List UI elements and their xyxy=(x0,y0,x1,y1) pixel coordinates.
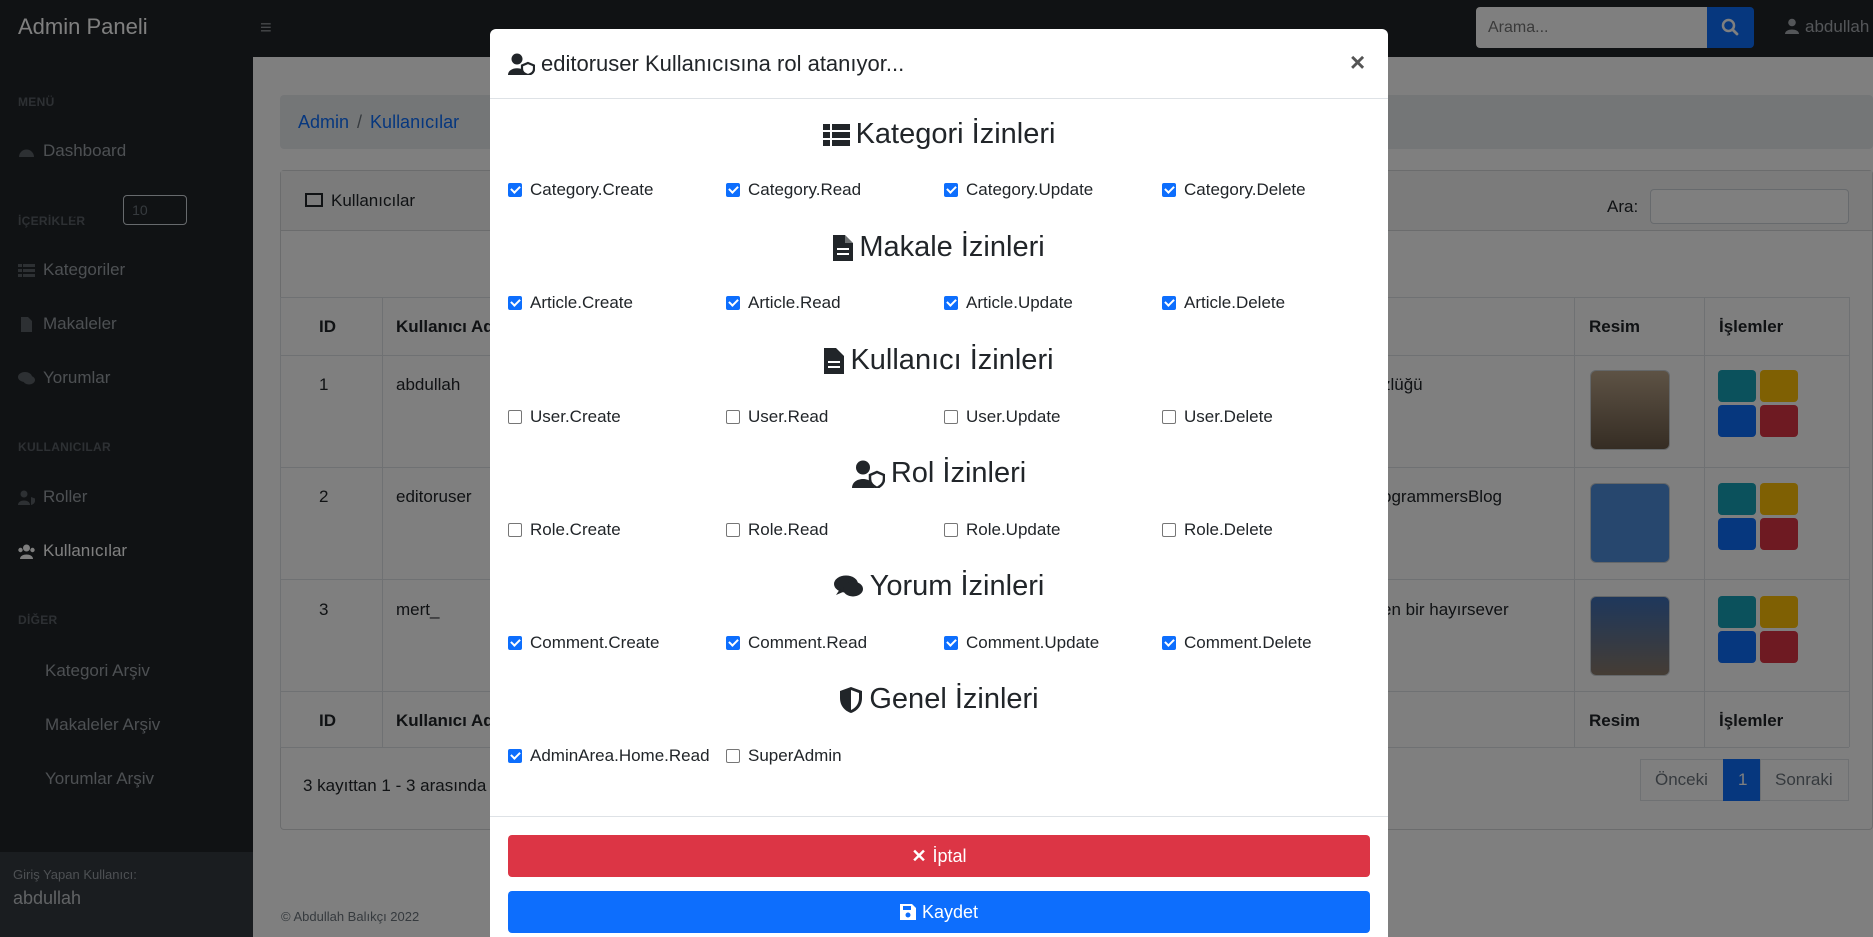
file-icon xyxy=(833,234,854,261)
checkbox[interactable] xyxy=(1162,410,1176,424)
perm-comment-delete[interactable]: Comment.Delete xyxy=(1162,633,1312,653)
checkbox[interactable] xyxy=(1162,296,1176,310)
comments-icon xyxy=(833,575,863,596)
checkbox[interactable] xyxy=(1162,183,1176,197)
checkbox[interactable] xyxy=(944,296,958,310)
close-icon[interactable]: × xyxy=(1350,49,1365,75)
perm-label: Comment.Delete xyxy=(1184,633,1312,652)
perm-role-delete[interactable]: Role.Delete xyxy=(1162,520,1273,540)
perm-label: Article.Delete xyxy=(1184,293,1286,312)
save-label: Kaydet xyxy=(921,901,979,922)
checkbox[interactable] xyxy=(726,749,740,763)
perm-role-read[interactable]: Role.Read xyxy=(726,520,828,540)
section-title-article: Makale İzinleri xyxy=(490,231,1388,264)
checkbox[interactable] xyxy=(944,636,958,650)
perm-label: Article.Read xyxy=(748,293,841,312)
perm-label: Article.Update xyxy=(966,293,1073,312)
section-title-text: Makale İzinleri xyxy=(859,231,1045,263)
perm-article-delete[interactable]: Article.Delete xyxy=(1162,293,1285,313)
perm-label: User.Update xyxy=(966,407,1061,426)
section-title-text: Rol İzinleri xyxy=(890,457,1027,489)
perm-user-delete[interactable]: User.Delete xyxy=(1162,407,1273,427)
perm-label: User.Read xyxy=(748,407,829,426)
checkbox[interactable] xyxy=(944,523,958,537)
user-shield-icon xyxy=(851,460,885,488)
assign-role-modal: editoruser Kullanıcısına rol atanıyor...… xyxy=(490,29,1388,937)
perm-user-read[interactable]: User.Read xyxy=(726,407,828,427)
perm-category-create[interactable]: Category.Create xyxy=(508,180,653,200)
cancel-button[interactable]: ✕ İptal xyxy=(508,835,1370,877)
perm-label: AdminArea.Home.Read xyxy=(530,746,710,765)
checkbox[interactable] xyxy=(508,523,522,537)
section-title-category: Kategori İzinleri xyxy=(490,118,1388,151)
perm-category-update[interactable]: Category.Update xyxy=(944,180,1093,200)
section-title-general: Genel İzinleri xyxy=(490,683,1388,716)
perm-superadmin[interactable]: SuperAdmin xyxy=(726,746,842,766)
checkbox[interactable] xyxy=(726,296,740,310)
checkbox[interactable] xyxy=(726,410,740,424)
checkbox[interactable] xyxy=(726,183,740,197)
perm-article-update[interactable]: Article.Update xyxy=(944,293,1073,313)
checkbox[interactable] xyxy=(944,183,958,197)
perm-adminarea-home-read[interactable]: AdminArea.Home.Read xyxy=(508,746,710,766)
section-title-text: Kullanıcı İzinleri xyxy=(850,344,1054,376)
modal-title: editoruser Kullanıcısına rol atanıyor... xyxy=(508,51,904,77)
modal-title-text: editoruser Kullanıcısına rol atanıyor... xyxy=(541,51,905,76)
perm-comment-update[interactable]: Comment.Update xyxy=(944,633,1099,653)
perm-comment-create[interactable]: Comment.Create xyxy=(508,633,659,653)
modal-footer-divider xyxy=(490,816,1388,817)
checkbox[interactable] xyxy=(508,749,522,763)
perm-label: Category.Read xyxy=(748,180,862,199)
save-icon xyxy=(899,904,916,920)
perm-role-update[interactable]: Role.Update xyxy=(944,520,1061,540)
perm-label: Category.Update xyxy=(966,180,1094,199)
checkbox[interactable] xyxy=(508,636,522,650)
perm-role-create[interactable]: Role.Create xyxy=(508,520,621,540)
perm-category-delete[interactable]: Category.Delete xyxy=(1162,180,1306,200)
section-title-text: Yorum İzinleri xyxy=(869,570,1045,602)
perm-label: Role.Delete xyxy=(1184,520,1273,539)
checkbox[interactable] xyxy=(508,183,522,197)
perm-label: Role.Read xyxy=(748,520,829,539)
perm-label: SuperAdmin xyxy=(748,746,842,765)
perm-user-create[interactable]: User.Create xyxy=(508,407,621,427)
checkbox[interactable] xyxy=(726,523,740,537)
checkbox[interactable] xyxy=(1162,636,1176,650)
user-shield-icon xyxy=(508,53,535,75)
modal-header: editoruser Kullanıcısına rol atanıyor...… xyxy=(490,29,1388,99)
checkbox[interactable] xyxy=(508,296,522,310)
section-title-role: Rol İzinleri xyxy=(490,457,1388,490)
section-title-text: Kategori İzinleri xyxy=(855,118,1056,150)
perm-label: Category.Delete xyxy=(1184,180,1306,199)
perm-label: Article.Create xyxy=(530,293,633,312)
section-title-text: Genel İzinleri xyxy=(869,683,1039,715)
perm-label: Comment.Update xyxy=(966,633,1100,652)
checkbox[interactable] xyxy=(508,410,522,424)
perm-article-create[interactable]: Article.Create xyxy=(508,293,633,313)
perm-label: Role.Update xyxy=(966,520,1061,539)
perm-label: Category.Create xyxy=(530,180,654,199)
cancel-label: İptal xyxy=(932,845,967,866)
checkbox[interactable] xyxy=(726,636,740,650)
save-button[interactable]: Kaydet xyxy=(508,891,1370,933)
perm-label: Role.Create xyxy=(530,520,621,539)
table-list-icon xyxy=(822,123,850,146)
section-title-user: Kullanıcı İzinleri xyxy=(490,344,1388,377)
perm-category-read[interactable]: Category.Read xyxy=(726,180,861,200)
close-icon: ✕ xyxy=(911,845,927,866)
perm-article-read[interactable]: Article.Read xyxy=(726,293,841,313)
perm-user-update[interactable]: User.Update xyxy=(944,407,1061,427)
perm-label: User.Delete xyxy=(1184,407,1273,426)
perm-label: Comment.Read xyxy=(748,633,868,652)
checkbox[interactable] xyxy=(1162,523,1176,537)
shield-icon xyxy=(840,686,863,713)
perm-label: User.Create xyxy=(530,407,621,426)
perm-label: Comment.Create xyxy=(530,633,660,652)
section-title-comment: Yorum İzinleri xyxy=(490,570,1388,603)
perm-comment-read[interactable]: Comment.Read xyxy=(726,633,867,653)
checkbox[interactable] xyxy=(944,410,958,424)
file-icon xyxy=(824,347,845,374)
